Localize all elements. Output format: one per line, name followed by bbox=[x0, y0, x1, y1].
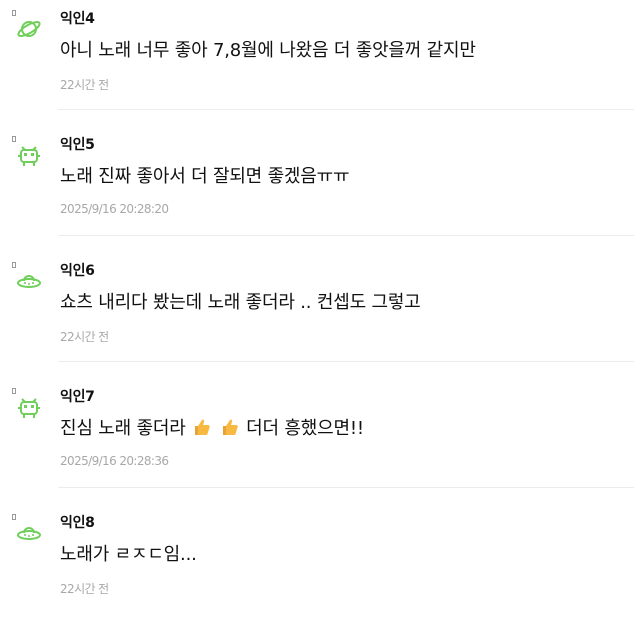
comment-text-part: 더더 흥했으면!! bbox=[246, 418, 364, 439]
alien-icon[interactable] bbox=[15, 393, 43, 421]
comment-item: 익인8 노래가 ㄹㅈㄷ임... 22시간 전 bbox=[0, 504, 634, 630]
saturn-icon[interactable] bbox=[15, 15, 43, 43]
comment-nickname[interactable]: 익인6 bbox=[60, 260, 95, 280]
comment-text: 노래 진짜 좋아서 더 잘되면 좋겠음ㅠㅠ bbox=[60, 166, 350, 187]
comment-nickname[interactable]: 익인7 bbox=[60, 386, 95, 406]
comment-item: 익인6 쇼츠 내리다 봤는데 노래 좋더라 .. 컨셉도 그렇고 22시간 전 bbox=[0, 252, 634, 378]
comment-item: 익인4 아니 노래 너무 좋아 7,8월에 나왔음 더 좋앗을꺼 같지만 22시… bbox=[0, 0, 634, 126]
comment-text: 쇼츠 내리다 봤는데 노래 좋더라 .. 컨셉도 그렇고 bbox=[60, 292, 421, 313]
ufo-icon[interactable] bbox=[15, 267, 43, 295]
comment-text: 진심 노래 좋더라 더더 흥했으면!! bbox=[60, 414, 364, 440]
ufo-icon[interactable] bbox=[15, 519, 43, 547]
alien-icon[interactable] bbox=[15, 141, 43, 169]
comment-time: 22시간 전 bbox=[60, 78, 109, 92]
comment-time: 22시간 전 bbox=[60, 582, 109, 596]
comment-text-part: 진심 노래 좋더라 bbox=[60, 418, 186, 439]
divider bbox=[58, 361, 634, 362]
comment-time: 2025/9/16 20:28:36 bbox=[60, 454, 169, 468]
thumbs-up-icon bbox=[222, 419, 238, 435]
comment-time: 22시간 전 bbox=[60, 330, 109, 344]
comment-nickname[interactable]: 익인4 bbox=[60, 8, 95, 28]
comment-nickname[interactable]: 익인5 bbox=[60, 134, 95, 154]
divider bbox=[58, 235, 634, 236]
divider bbox=[58, 487, 634, 488]
comment-item: 익인7 진심 노래 좋더라 더더 흥했으면!! 2025/9/16 20:28:… bbox=[0, 378, 634, 504]
divider bbox=[58, 109, 634, 110]
comment-nickname[interactable]: 익인8 bbox=[60, 512, 95, 532]
comment-item: 익인5 노래 진짜 좋아서 더 잘되면 좋겠음ㅠㅠ 2025/9/16 20:2… bbox=[0, 126, 634, 252]
comment-text: 아니 노래 너무 좋아 7,8월에 나왔음 더 좋앗을꺼 같지만 bbox=[60, 40, 476, 61]
thumbs-up-icon bbox=[195, 419, 210, 435]
comment-time: 2025/9/16 20:28:20 bbox=[60, 202, 169, 216]
comment-text: 노래가 ㄹㅈㄷ임... bbox=[60, 544, 197, 565]
